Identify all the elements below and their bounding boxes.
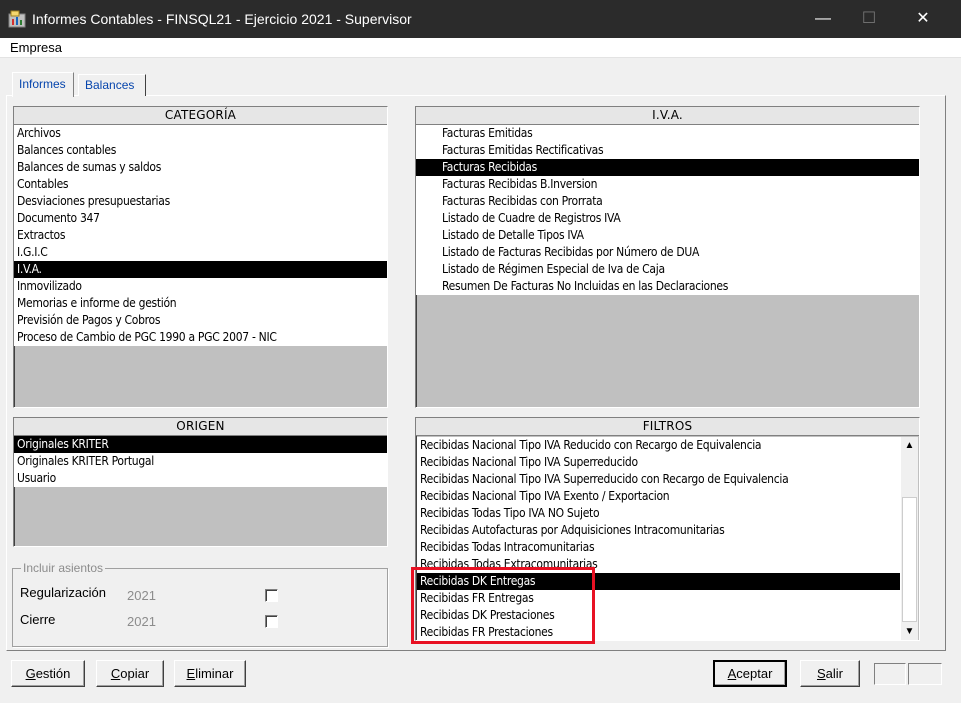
- list-item[interactable]: Desviaciones presupuestarias: [14, 193, 387, 210]
- cierre-label: Cierre: [20, 612, 56, 627]
- minimize-button[interactable]: —: [800, 0, 846, 38]
- window-title: Informes Contables - FINSQL21 - Ejercici…: [32, 11, 412, 27]
- regularizacion-year: 2021: [127, 588, 156, 603]
- list-item[interactable]: Recibidas Nacional Tipo IVA Superreducid…: [417, 471, 900, 488]
- list-item[interactable]: Facturas Recibidas con Prorrata: [416, 193, 919, 210]
- scroll-down-icon[interactable]: ▼: [901, 623, 918, 640]
- tab-balances[interactable]: Balances: [78, 74, 146, 96]
- list-item[interactable]: Resumen De Facturas No Incluidas en las …: [416, 278, 919, 295]
- list-item[interactable]: Facturas Emitidas Rectificativas: [416, 142, 919, 159]
- list-item[interactable]: Listado de Régimen Especial de Iva de Ca…: [416, 261, 919, 278]
- list-item[interactable]: Listado de Cuadre de Registros IVA: [416, 210, 919, 227]
- categoria-header: CATEGORÍA: [14, 107, 387, 125]
- list-item[interactable]: Usuario: [14, 470, 387, 487]
- maximize-icon: ☐: [861, 10, 877, 27]
- iva-panel: I.V.A. Facturas Emitidas Facturas Emitid…: [415, 106, 920, 408]
- group-legend: Incluir asientos: [21, 561, 106, 575]
- cierre-checkbox[interactable]: [265, 615, 278, 628]
- list-item[interactable]: I.G.I.C: [14, 244, 387, 261]
- filtros-scrollbar[interactable]: ▲ ▼: [901, 437, 918, 640]
- filtros-header: FILTROS: [416, 418, 919, 436]
- scroll-up-icon[interactable]: ▲: [901, 437, 918, 454]
- incluir-asientos-group: Incluir asientos Regularización 2021 Cie…: [12, 561, 388, 647]
- categoria-list[interactable]: Archivos Balances contables Balances de …: [14, 125, 387, 346]
- title-bar[interactable]: Informes Contables - FINSQL21 - Ejercici…: [0, 0, 961, 38]
- list-item[interactable]: Archivos: [14, 125, 387, 142]
- tab-informes[interactable]: Informes: [12, 72, 74, 97]
- list-item[interactable]: Documento 347: [14, 210, 387, 227]
- list-item[interactable]: Recibidas Todas Intracomunitarias: [417, 539, 900, 556]
- list-item[interactable]: Recibidas Todas Tipo IVA NO Sujeto: [417, 505, 900, 522]
- salir-button[interactable]: Salir: [800, 660, 860, 687]
- list-item[interactable]: Inmovilizado: [14, 278, 387, 295]
- list-item[interactable]: Recibidas Nacional Tipo IVA Reducido con…: [417, 437, 900, 454]
- list-item[interactable]: Proceso de Cambio de PGC 1990 a PGC 2007…: [14, 329, 387, 346]
- menu-empresa[interactable]: Empresa: [10, 40, 62, 55]
- list-item-selected[interactable]: Originales KRITER: [14, 436, 387, 453]
- list-item[interactable]: Recibidas Nacional Tipo IVA Superreducid…: [417, 454, 900, 471]
- list-item[interactable]: Previsión de Pagos y Cobros: [14, 312, 387, 329]
- list-item[interactable]: Memorias e informe de gestión: [14, 295, 387, 312]
- origen-panel: ORIGEN Originales KRITER Originales KRIT…: [13, 417, 388, 547]
- status-box: [908, 663, 942, 685]
- list-item[interactable]: Contables: [14, 176, 387, 193]
- cierre-year: 2021: [127, 614, 156, 629]
- iva-header: I.V.A.: [416, 107, 919, 125]
- status-box: [874, 663, 906, 685]
- menu-bar: Empresa: [0, 38, 961, 58]
- regularizacion-label: Regularización: [20, 585, 106, 600]
- list-item[interactable]: Recibidas Nacional Tipo IVA Exento / Exp…: [417, 488, 900, 505]
- folder-report-icon: [8, 10, 26, 28]
- regularizacion-checkbox[interactable]: [265, 589, 278, 602]
- list-item[interactable]: Recibidas Autofacturas por Adquisiciones…: [417, 522, 900, 539]
- list-item[interactable]: Originales KRITER Portugal: [14, 453, 387, 470]
- iva-list[interactable]: Facturas Emitidas Facturas Emitidas Rect…: [416, 125, 919, 295]
- list-item[interactable]: Balances de sumas y saldos: [14, 159, 387, 176]
- aceptar-button[interactable]: Aceptar: [713, 660, 787, 687]
- list-item[interactable]: Facturas Emitidas: [416, 125, 919, 142]
- close-icon: ✕: [916, 10, 930, 27]
- list-item[interactable]: Listado de Detalle Tipos IVA: [416, 227, 919, 244]
- list-item[interactable]: Extractos: [14, 227, 387, 244]
- maximize-button[interactable]: ☐: [846, 0, 892, 38]
- scrollbar-thumb[interactable]: [902, 497, 917, 622]
- close-button[interactable]: ✕: [900, 0, 946, 38]
- list-item-selected[interactable]: Facturas Recibidas: [416, 159, 919, 176]
- categoria-panel: CATEGORÍA Archivos Balances contables Ba…: [13, 106, 388, 408]
- copiar-button[interactable]: Copiar: [96, 660, 164, 687]
- list-item[interactable]: Facturas Recibidas B.Inversion: [416, 176, 919, 193]
- highlight-annotation: [411, 567, 595, 644]
- eliminar-button[interactable]: Eliminar: [174, 660, 246, 687]
- gestion-button[interactable]: Gestión: [11, 660, 85, 687]
- list-item[interactable]: Balances contables: [14, 142, 387, 159]
- list-item[interactable]: Listado de Facturas Recibidas por Número…: [416, 244, 919, 261]
- minimize-icon: —: [815, 10, 831, 27]
- list-item-selected[interactable]: I.V.A.: [14, 261, 387, 278]
- origen-list[interactable]: Originales KRITER Originales KRITER Port…: [14, 436, 387, 487]
- origen-header: ORIGEN: [14, 418, 387, 436]
